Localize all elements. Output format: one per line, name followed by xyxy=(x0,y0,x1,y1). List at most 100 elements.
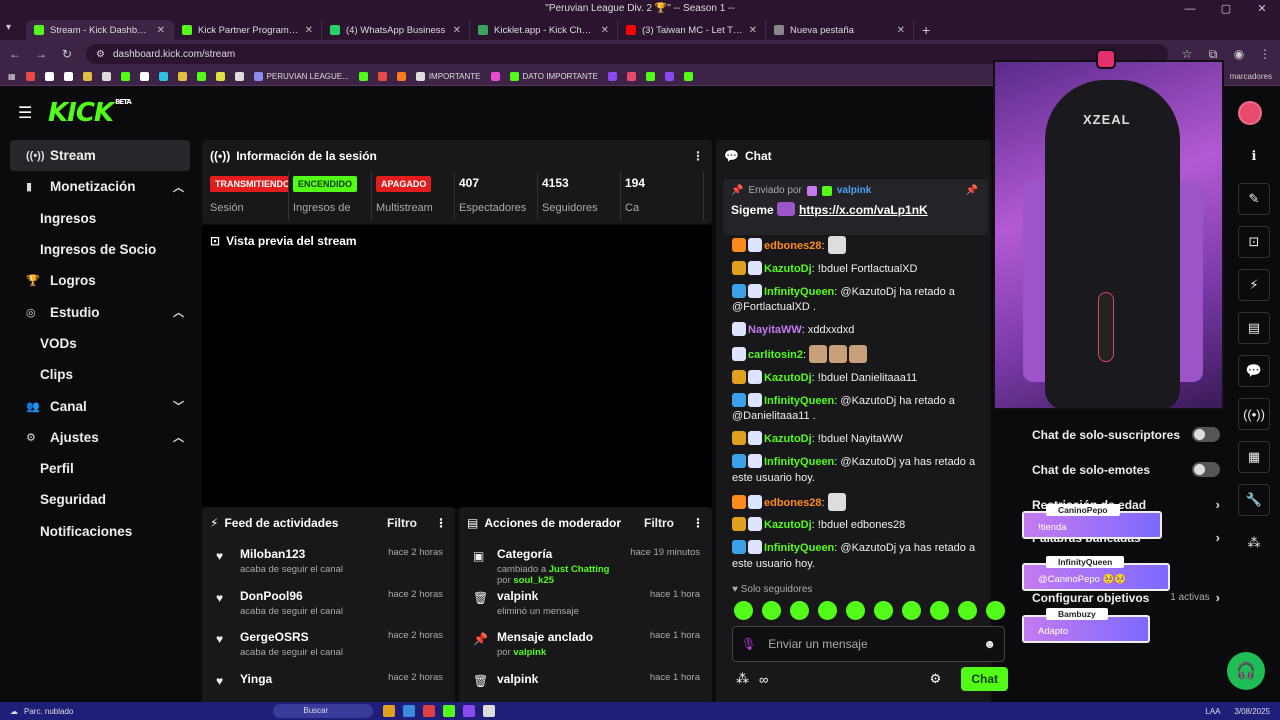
unpin-icon[interactable]: 📌 xyxy=(966,185,978,196)
emote-icon[interactable] xyxy=(846,601,865,620)
chat-username[interactable]: NayitaWW xyxy=(748,324,802,336)
feed-user[interactable]: DonPool96 xyxy=(240,589,378,603)
chat-username[interactable]: edbones28 xyxy=(764,497,821,509)
back-icon[interactable]: ← xyxy=(8,47,22,61)
tab-close-icon[interactable]: ✕ xyxy=(749,25,757,36)
sidebar-item[interactable]: Notificaciones xyxy=(10,516,190,547)
tab-search-icon[interactable]: ▾ xyxy=(6,22,11,33)
feed-item[interactable]: ♥ GergeOSRS acaba de seguir el canal hace 2… xyxy=(202,622,455,664)
chevron-icon[interactable]: ︿ xyxy=(173,179,184,195)
browser-tab[interactable]: Kicklet.app - Kick Chatbot and ✕ xyxy=(470,20,618,40)
chat-username[interactable]: InfinityQueen xyxy=(764,542,834,554)
support-chat-button[interactable]: 🎧 xyxy=(1227,652,1265,690)
feed-user[interactable]: GergeOSRS xyxy=(240,630,378,644)
emote-icon[interactable] xyxy=(762,601,781,620)
feed-item[interactable]: ♥ Miloban123 acaba de seguir el canal hace … xyxy=(202,539,455,581)
bolt-icon[interactable]: ⚡ xyxy=(1238,269,1270,301)
sidebar-item[interactable]: Perfil xyxy=(10,453,190,484)
sidebar-item[interactable]: ⚙ Ajustes ︿ xyxy=(10,422,190,453)
minimize-icon[interactable]: — xyxy=(1172,0,1208,18)
chat-username[interactable]: KazutoDj xyxy=(764,372,812,384)
mod-filter-button[interactable]: Filtro xyxy=(644,516,674,530)
browser-tab[interactable]: (4) WhatsApp Business ✕ xyxy=(322,20,470,40)
clock-date[interactable]: 3/08/2025 xyxy=(1234,707,1270,716)
sidebar-item[interactable]: Seguridad xyxy=(10,484,190,515)
broadcast-icon[interactable]: ((•)) xyxy=(1238,398,1270,430)
chat-username[interactable]: InfinityQueen xyxy=(764,456,834,468)
tab-close-icon[interactable]: ✕ xyxy=(305,25,313,36)
mod-action-item[interactable]: 🗑 valpink eliminó un mensaje hace 1 hora xyxy=(459,581,712,623)
mic-icon[interactable]: 🎙 xyxy=(741,637,756,651)
chat-username[interactable]: KazutoDj xyxy=(764,263,812,275)
tab-close-icon[interactable]: ✕ xyxy=(601,25,609,36)
mod-action-item[interactable]: 🗑 valpink hace 1 hora xyxy=(459,664,712,706)
forward-icon[interactable]: → xyxy=(34,47,48,61)
sidebar-item[interactable]: Clips xyxy=(10,359,190,390)
sidebar-item[interactable]: 👥 Canal ﹀ xyxy=(10,390,190,421)
pinned-user[interactable]: valpink xyxy=(837,185,871,196)
sidebar-item[interactable]: Ingresos de Socio xyxy=(10,234,190,265)
close-icon[interactable]: ✕ xyxy=(1244,0,1280,18)
chevron-icon[interactable]: ︿ xyxy=(173,429,184,445)
all-bookmarks-link[interactable]: marcadores xyxy=(1230,72,1272,81)
emote-icon[interactable] xyxy=(958,601,977,620)
store-icon[interactable] xyxy=(403,705,416,717)
camera-icon[interactable]: ⊡ xyxy=(1238,226,1270,258)
feed-item[interactable]: ♥ Yinga hace 2 horas xyxy=(202,664,455,706)
app-icon[interactable] xyxy=(483,705,496,717)
tab-close-icon[interactable]: ✕ xyxy=(897,25,905,36)
feed-filter-button[interactable]: Filtro xyxy=(387,516,417,530)
tab-close-icon[interactable]: ✕ xyxy=(453,25,461,36)
chat-username[interactable]: KazutoDj xyxy=(764,519,812,531)
chevron-icon[interactable]: ﹀ xyxy=(173,398,184,414)
tab-close-icon[interactable]: ✕ xyxy=(157,25,165,36)
mod-action-item[interactable]: ▣ Categoría cambiado a Just Chatting por s… xyxy=(459,539,712,586)
emote-icon[interactable] xyxy=(874,601,893,620)
browser-tab[interactable]: (3) Taiwan MC - Let The Weed ✕ xyxy=(618,20,766,40)
chat-send-button[interactable]: Chat xyxy=(961,667,1008,691)
pinned-link[interactable]: https://x.com/vaLp1nK xyxy=(799,203,928,217)
emote-icon[interactable] xyxy=(902,601,921,620)
sidebar-item[interactable]: ▮ Monetización ︿ xyxy=(10,171,190,202)
goals-setting[interactable]: Configurar objetivos 1 activas › xyxy=(1032,590,1220,605)
info-icon[interactable]: ℹ xyxy=(1238,140,1270,172)
infinity-icon[interactable]: ∞ xyxy=(759,672,768,687)
apps-icon[interactable]: ⁂ xyxy=(736,671,749,687)
edit-icon[interactable]: ✎ xyxy=(1238,183,1270,215)
subs-only-toggle[interactable] xyxy=(1192,427,1220,442)
chrome-icon[interactable] xyxy=(423,705,436,717)
chat-username[interactable]: carlitosin2 xyxy=(748,349,803,361)
kebab-menu-icon[interactable]: ⋮ xyxy=(435,516,447,530)
kick-logo[interactable]: KICK BETA xyxy=(48,98,132,128)
apps-icon[interactable]: ⁂ xyxy=(1238,527,1270,559)
reload-icon[interactable]: ↻ xyxy=(60,47,74,61)
profile-icon[interactable]: ◉ xyxy=(1232,47,1246,61)
user-avatar[interactable] xyxy=(1238,101,1262,125)
chat-username[interactable]: KazutoDj xyxy=(764,433,812,445)
language-indicator[interactable]: LAA xyxy=(1205,707,1220,716)
weather-icon[interactable]: ☁ xyxy=(10,707,18,716)
app-icon[interactable] xyxy=(443,705,456,717)
sidebar-item[interactable]: ((•)) Stream xyxy=(10,140,190,172)
chat-username[interactable]: InfinityQueen xyxy=(764,395,834,407)
mod-action-item[interactable]: 📌 Mensaje anclado por valpink hace 1 hora xyxy=(459,622,712,664)
layout-icon[interactable]: ▦ xyxy=(1238,441,1270,473)
sidebar-item[interactable]: 🏆 Logros xyxy=(10,265,190,296)
feed-user[interactable]: Miloban123 xyxy=(240,547,378,561)
emote-icon[interactable] xyxy=(818,601,837,620)
browser-tab[interactable]: Kick Partner Program - Kick Da ✕ xyxy=(174,20,322,40)
hamburger-menu-icon[interactable]: ☰ xyxy=(18,103,42,123)
app-icon[interactable] xyxy=(463,705,476,717)
browser-tab[interactable]: Nueva pestaña ✕ xyxy=(766,20,914,40)
emote-icon[interactable] xyxy=(930,601,949,620)
menu-icon[interactable]: ⋮ xyxy=(1258,47,1272,61)
file-explorer-icon[interactable] xyxy=(383,705,396,717)
chat-username[interactable]: edbones28 xyxy=(764,240,821,252)
emotes-only-toggle[interactable] xyxy=(1192,462,1220,477)
feed-user[interactable]: Yinga xyxy=(240,672,378,686)
wrench-icon[interactable]: 🔧 xyxy=(1238,484,1270,516)
chat-username[interactable]: InfinityQueen xyxy=(764,286,834,298)
sidebar-item[interactable]: VODs xyxy=(10,328,190,359)
bookmark-importante[interactable]: IMPORTANTE xyxy=(415,72,481,81)
document-icon[interactable]: ▤ xyxy=(1238,312,1270,344)
